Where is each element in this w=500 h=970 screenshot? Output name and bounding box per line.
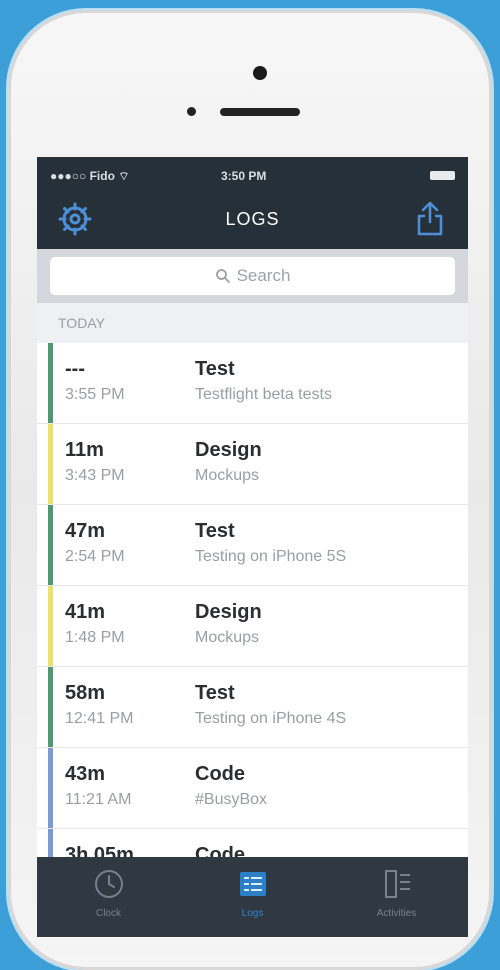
log-description: Testflight beta tests [195, 386, 332, 403]
search-icon [215, 269, 230, 283]
log-entry[interactable]: 43m 11:21 AM Code #BusyBox [37, 748, 468, 829]
search-placeholder: Search [236, 266, 291, 285]
app-screen: ●●●○○ Fido ⌔ 3:50 PM LOGS Search TODAY -… [37, 157, 468, 937]
carrier-name: Fido [89, 169, 115, 183]
log-duration: 43m [65, 763, 106, 785]
activities-icon [384, 870, 410, 898]
log-start-time: 1:48 PM [65, 629, 125, 646]
log-description: Testing on iPhone 4S [195, 710, 347, 727]
log-description: #BusyBox [195, 791, 268, 808]
log-duration: 47m [65, 520, 106, 542]
front-camera [253, 66, 267, 80]
category-color-stripe [48, 343, 53, 423]
tab-label: Activities [376, 908, 417, 919]
log-category: Test [195, 520, 235, 542]
log-start-time: 11:21 AM [65, 791, 132, 808]
category-color-stripe [48, 424, 53, 504]
log-category: Test [195, 358, 235, 380]
proximity-sensor [187, 107, 196, 116]
top-navigation-bar: ●●●○○ Fido ⌔ 3:50 PM LOGS [37, 157, 468, 249]
tab-activities[interactable]: Activities [325, 857, 468, 937]
tab-label: Logs [241, 908, 264, 919]
search-area: Search [37, 249, 468, 303]
log-entry[interactable]: 41m 1:48 PM Design Mockups [37, 586, 468, 667]
log-duration: 41m [65, 601, 106, 623]
log-category: Test [195, 682, 235, 704]
log-entry[interactable]: 11m 3:43 PM Design Mockups [37, 424, 468, 505]
logs-title: LOGS [225, 209, 280, 229]
log-start-time: 2:54 PM [65, 548, 125, 565]
log-list: --- 3:55 PM Test Testflight beta tests 1… [37, 343, 468, 857]
status-carrier: ●●●○○ Fido ⌔ [50, 169, 130, 184]
log-entry[interactable]: 58m 12:41 PM Test Testing on iPhone 4S [37, 667, 468, 748]
log-start-time: 3:55 PM [65, 386, 125, 403]
log-duration: 3h 05m [65, 844, 134, 857]
category-color-stripe [48, 748, 53, 828]
status-time: 3:50 PM [221, 169, 267, 183]
tab-logs[interactable]: Logs [181, 857, 324, 937]
log-category: Design [195, 601, 262, 623]
log-entry[interactable]: 47m 2:54 PM Test Testing on iPhone 5S [37, 505, 468, 586]
log-start-time: 3:43 PM [65, 467, 125, 484]
category-color-stripe [48, 505, 53, 585]
battery-icon [430, 171, 455, 180]
log-category: Design [195, 439, 262, 461]
log-description: Mockups [195, 467, 260, 484]
log-description: Mockups [195, 629, 260, 646]
tab-clock[interactable]: Clock [37, 857, 180, 937]
share-icon[interactable] [414, 200, 446, 238]
tab-label: Clock [95, 908, 121, 919]
log-description: Testing on iPhone 5S [195, 548, 347, 565]
log-entry[interactable]: 3h 05m Code [37, 829, 468, 857]
bottom-tab-bar: Clock Logs Activities [37, 857, 468, 937]
clock-icon [94, 870, 123, 898]
category-color-stripe [48, 829, 53, 857]
logs-icon [239, 872, 266, 896]
log-category: Code [195, 763, 245, 785]
log-duration: 58m [65, 682, 106, 704]
wifi-icon: ⌔ [118, 169, 130, 183]
log-start-time: 12:41 PM [65, 710, 134, 727]
log-category: Code [195, 844, 245, 857]
category-color-stripe [48, 586, 53, 666]
search-input[interactable]: Search [50, 257, 455, 295]
category-color-stripe [48, 667, 53, 747]
log-entry[interactable]: --- 3:55 PM Test Testflight beta tests [37, 343, 468, 424]
log-duration: 11m [65, 439, 104, 461]
signal-strength: ●●●○○ [50, 169, 87, 183]
earpiece-speaker [220, 108, 300, 116]
section-header-today: TODAY [37, 303, 468, 343]
log-duration: --- [65, 358, 85, 380]
